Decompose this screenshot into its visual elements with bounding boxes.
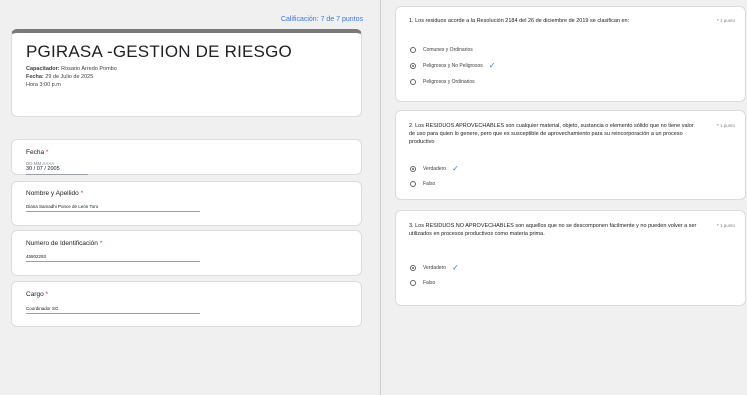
- field-label: Numero de Identificación *: [26, 240, 103, 247]
- option-label: Falso: [423, 280, 436, 286]
- radio-checked-icon[interactable]: [410, 63, 416, 69]
- option-peligrosos-ordinarios[interactable]: Peligrosos y Ordinarios: [410, 77, 475, 87]
- score-label: Calificación: 7 de 7 puntos: [280, 16, 363, 23]
- option-falso[interactable]: Falso: [410, 179, 435, 189]
- name-input[interactable]: Diana Samadhi Ponce de León Toro: [26, 204, 98, 209]
- radio-checked-icon[interactable]: [410, 166, 416, 172]
- option-label: Peligrosos y Ordinarios: [423, 79, 475, 85]
- option-label: Falso: [423, 181, 436, 187]
- radio-unchecked-icon[interactable]: [410, 47, 416, 53]
- field-label: Nombre y Apellido *: [26, 190, 84, 197]
- question-text: 3. Los RESIDUOS NO APROVECHABLES son aqu…: [409, 223, 697, 237]
- radio-unchecked-icon[interactable]: [410, 181, 416, 187]
- form-right-pane: 1. Los residuos acorde a la Resolución 2…: [385, 0, 747, 395]
- capacitador-value: Rosario Arredo Pombo: [61, 66, 117, 72]
- option-comunes[interactable]: Comunes y Ordinarios: [410, 45, 473, 55]
- pane-divider: [380, 0, 381, 395]
- question-text: 2. Los RESIDUOS APROVECHABLES son cualqu…: [409, 123, 694, 145]
- field-card-nombre: Nombre y Apellido * Diana Samadhi Ponce …: [11, 181, 362, 226]
- input-underline: [26, 211, 200, 212]
- input-underline: [26, 313, 200, 314]
- radio-unchecked-icon[interactable]: [410, 280, 416, 286]
- fecha-value: 29 de Julio de 2025: [45, 74, 94, 80]
- radio-checked-icon[interactable]: [410, 265, 416, 271]
- form-title: PGIRASA -GESTION DE RIESGO: [26, 42, 292, 61]
- checkmark-icon: ✓: [452, 164, 459, 173]
- hora-text: Hora 3:00 p.m: [26, 82, 61, 88]
- field-card-fecha: Fecha * DD MM AAAA 30 / 07 / 2005: [11, 139, 362, 175]
- option-verdadero[interactable]: Verdadero ✓: [410, 164, 459, 174]
- form-header-card: PGIRASA -GESTION DE RIESGO Capacitador: …: [11, 29, 362, 117]
- cargo-input[interactable]: Coordinador SG: [26, 306, 59, 311]
- option-falso[interactable]: Falso: [410, 278, 435, 288]
- fecha-label: Fecha:: [26, 74, 44, 80]
- input-underline: [26, 261, 200, 262]
- input-underline: [26, 174, 88, 175]
- option-label: Peligrosos y No Peligrosos: [423, 63, 483, 69]
- option-label: Comunes y Ordinarios: [423, 47, 473, 53]
- question-card-1: 1. Los residuos acorde a la Resolución 2…: [395, 6, 746, 102]
- radio-unchecked-icon[interactable]: [410, 79, 416, 85]
- question-card-2: 2. Los RESIDUOS APROVECHABLES son cualqu…: [395, 110, 746, 200]
- option-label: Verdadero: [423, 166, 447, 172]
- field-card-cargo: Cargo * Coordinador SG: [11, 281, 362, 327]
- option-peligrosos-no-peligrosos[interactable]: Peligrosos y No Peligrosos ✓: [410, 61, 495, 71]
- question-card-3: 3. Los RESIDUOS NO APROVECHABLES son aqu…: [395, 210, 746, 306]
- question-text: 1. Los residuos acorde a la Resolución 2…: [409, 18, 630, 24]
- form-left-pane: Calificación: 7 de 7 puntos PGIRASA -GES…: [0, 0, 377, 395]
- field-card-identificacion: Numero de Identificación * 45502293: [11, 230, 362, 276]
- field-label: Fecha *: [26, 149, 49, 156]
- option-label: Verdadero: [423, 265, 447, 271]
- checkmark-icon: ✓: [488, 61, 496, 70]
- form-description: Capacitador: Rosario Arredo Pombo Fecha:…: [26, 65, 117, 89]
- capacitador-label: Capacitador:: [26, 66, 60, 72]
- question-points: * 1 punto: [716, 223, 735, 228]
- option-verdadero[interactable]: Verdadero ✓: [410, 263, 459, 273]
- date-input[interactable]: 30 / 07 / 2005: [26, 166, 60, 172]
- field-label: Cargo *: [26, 291, 49, 298]
- question-points: * 1 punto: [716, 123, 735, 128]
- question-points: * 1 punto: [716, 18, 735, 23]
- checkmark-icon: ✓: [452, 263, 459, 272]
- id-input[interactable]: 45502293: [26, 254, 46, 259]
